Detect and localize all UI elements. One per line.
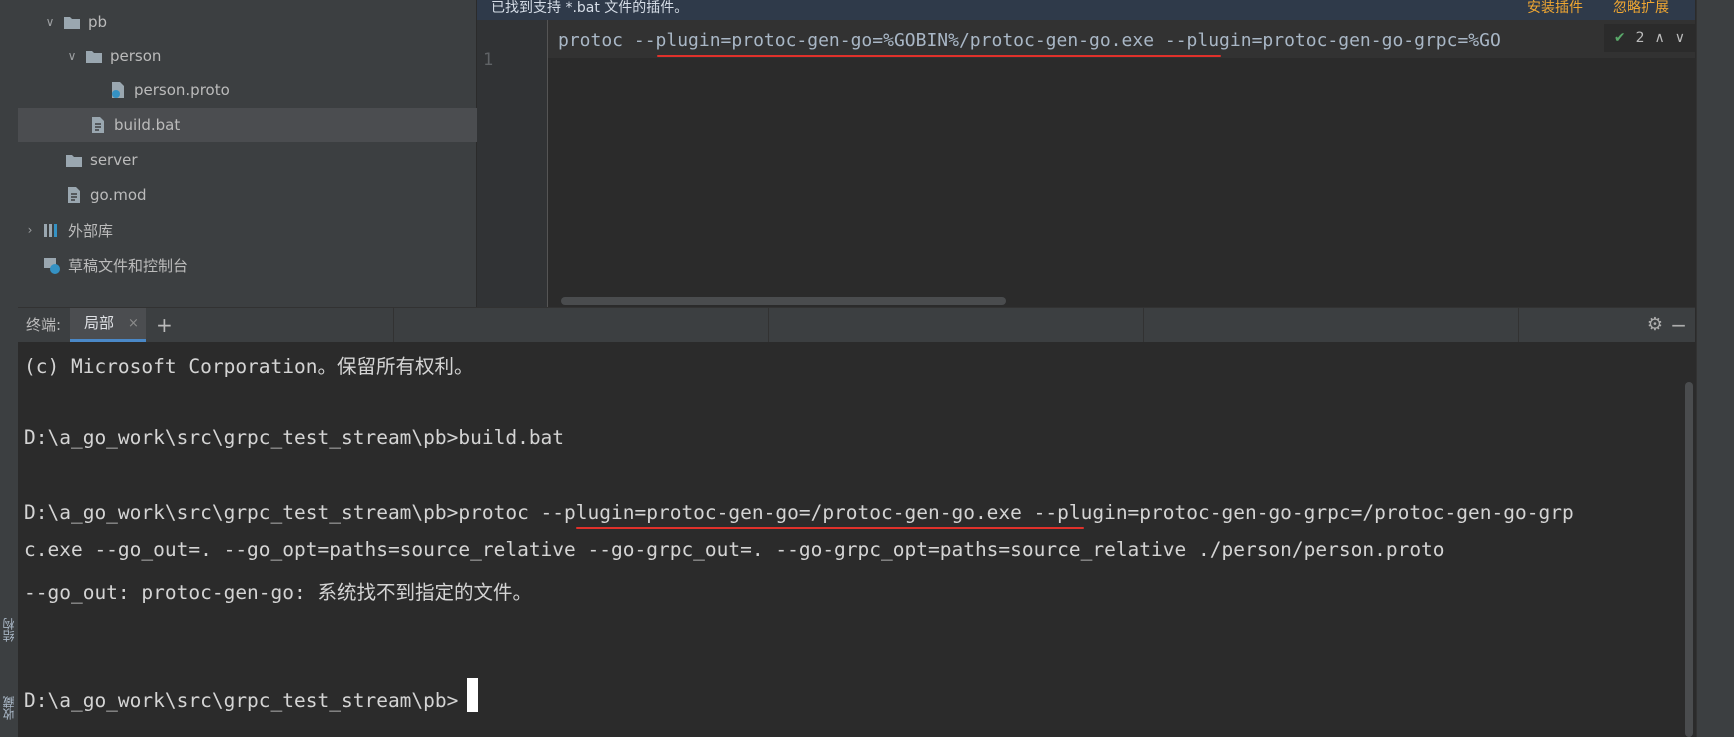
- tree-item-server[interactable]: server: [18, 143, 522, 177]
- terminal-prompt: D:\a_go_work\src\grpc_test_stream\pb>: [24, 689, 459, 712]
- file-icon: [64, 185, 84, 205]
- terminal-line: D:\a_go_work\src\grpc_test_stream\pb>bui…: [24, 426, 565, 449]
- tab-local[interactable]: 局部 ×: [70, 308, 146, 342]
- tab-divider: [393, 308, 394, 342]
- inspection-widget[interactable]: ✔ 2 ∧ ∨: [1603, 24, 1695, 52]
- code-line[interactable]: protoc --plugin=protoc-gen-go=%GOBIN%/pr…: [558, 30, 1501, 51]
- tree-item-go-mod[interactable]: go.mod: [18, 178, 522, 212]
- tree-item-label: server: [90, 151, 138, 169]
- library-icon: [42, 220, 62, 240]
- minimize-icon[interactable]: −: [1670, 308, 1687, 342]
- add-tab-button[interactable]: +: [156, 308, 173, 342]
- checkmark-icon: ✔: [1613, 30, 1626, 46]
- folder-icon: [62, 12, 82, 32]
- terminal-line: D:\a_go_work\src\grpc_test_stream\pb>pro…: [24, 501, 1574, 524]
- terminal-cursor: [467, 678, 478, 712]
- tab-local-label: 局部: [84, 314, 115, 332]
- red-underline-annotation: [576, 527, 1084, 529]
- tree-item-label: pb: [88, 13, 108, 31]
- tree-item-build-bat[interactable]: build.bat: [18, 108, 546, 142]
- project-tree: ∨ pb ∨ person person.proto build.bat ser…: [18, 0, 546, 307]
- tree-item-label: build.bat: [114, 116, 181, 134]
- tree-item-label: person: [110, 47, 162, 65]
- tab-divider: [768, 308, 769, 342]
- tab-divider: [1143, 308, 1144, 342]
- chevron-down-icon[interactable]: ∨: [42, 15, 58, 29]
- terminal-output[interactable]: (c) Microsoft Corporation。保留所有权利。 D:\a_g…: [18, 342, 1695, 737]
- tab-divider: [1518, 308, 1519, 342]
- right-tool-strip: [1696, 0, 1734, 737]
- line-number-gutter: 1: [477, 20, 548, 307]
- chevron-right-icon[interactable]: ›: [22, 223, 38, 237]
- tab-favorites[interactable]: 收藏: [0, 680, 18, 737]
- chevron-up-icon[interactable]: ∧: [1655, 30, 1665, 46]
- horizontal-scrollbar[interactable]: [561, 297, 1006, 305]
- plugin-notification-bar: 已找到支持 *.bat 文件的插件。 安装插件 忽略扩展: [477, 0, 1695, 21]
- tree-item-scratches[interactable]: 草稿文件和控制台: [18, 248, 500, 282]
- ignore-extension-link[interactable]: 忽略扩展: [1613, 0, 1669, 16]
- chevron-down-icon[interactable]: ∨: [1675, 30, 1685, 46]
- tab-structure[interactable]: 结构: [0, 600, 18, 660]
- terminal-tab-bar: 终端: 局部 × + ⚙ −: [18, 307, 1695, 343]
- tree-item-external-libraries[interactable]: › 外部库: [18, 213, 480, 247]
- install-plugin-link[interactable]: 安装插件: [1527, 0, 1583, 16]
- chevron-down-icon[interactable]: ∨: [64, 49, 80, 63]
- terminal-line: --go_out: protoc-gen-go: 系统找不到指定的文件。: [24, 581, 532, 604]
- editor: 已找到支持 *.bat 文件的插件。 安装插件 忽略扩展 1 protoc --…: [477, 0, 1695, 307]
- tree-item-label: 外部库: [68, 221, 114, 240]
- scratches-icon: [42, 255, 62, 275]
- tree-item-label: 草稿文件和控制台: [68, 256, 189, 275]
- tree-item-person[interactable]: ∨ person: [18, 39, 522, 73]
- inspection-count: 2: [1635, 30, 1645, 46]
- line-number: 1: [483, 50, 494, 70]
- gear-icon[interactable]: ⚙: [1647, 308, 1663, 342]
- proto-file-icon: [108, 80, 128, 100]
- terminal-line: (c) Microsoft Corporation。保留所有权利。: [24, 355, 474, 378]
- tree-item-label: go.mod: [90, 186, 147, 204]
- tree-item-pb[interactable]: ∨ pb: [18, 5, 500, 39]
- folder-icon: [64, 150, 84, 170]
- terminal-line: c.exe --go_out=. --go_opt=paths=source_r…: [24, 538, 1445, 561]
- left-tool-strip: 结构 收藏: [0, 0, 19, 737]
- tree-item-label: person.proto: [134, 81, 230, 99]
- notification-text: 已找到支持 *.bat 文件的插件。: [491, 0, 689, 16]
- folder-icon: [84, 46, 104, 66]
- vertical-scrollbar[interactable]: [1685, 382, 1693, 737]
- bat-file-icon: [88, 115, 108, 135]
- red-underline-annotation: [657, 55, 1221, 57]
- close-icon[interactable]: ×: [128, 308, 139, 339]
- terminal-label: 终端:: [26, 316, 62, 334]
